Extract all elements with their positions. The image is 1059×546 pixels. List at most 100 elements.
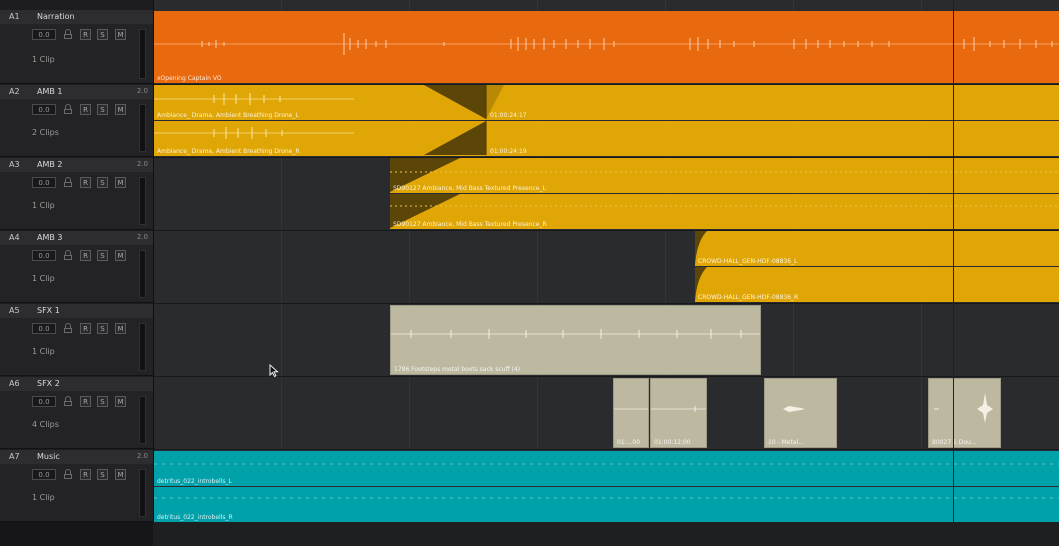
clip-label: 01:...00 (617, 439, 641, 446)
mute-button[interactable]: M (115, 396, 126, 407)
solo-button[interactable]: S (97, 396, 108, 407)
lock-icon[interactable] (63, 29, 73, 40)
clip-count: 1 Clip (32, 493, 55, 502)
amb1-right-clip[interactable]: Ambiance_ Drama, Ambient Breathing Drone… (154, 121, 1059, 156)
sfx2-waveform (783, 406, 805, 412)
audio-meter (139, 323, 146, 371)
track-header-a6[interactable]: A6 SFX 2 0.0 R S M 4 Clips (0, 377, 153, 449)
track-volume[interactable]: 0.0 (32, 29, 56, 40)
narration-waveform (154, 33, 1059, 55)
audio-meter (139, 396, 146, 444)
sfx2-clip-b[interactable]: 01:00:12:00 (650, 378, 707, 448)
record-button[interactable]: R (80, 396, 91, 407)
track-name[interactable]: AMB 3 (37, 233, 63, 242)
track-header-a1[interactable]: A1 Narration 0.0 R S M 1 Clip (0, 10, 153, 84)
track-volume[interactable]: 0.0 (32, 177, 56, 188)
track-name[interactable]: Music (37, 452, 60, 461)
sfx2-waveform (651, 406, 706, 412)
track-volume[interactable]: 0.0 (32, 104, 56, 115)
record-button[interactable]: R (80, 177, 91, 188)
clip-count: 1 Clip (32, 201, 55, 210)
clip-label: 1786 Footsteps metal boots sack scuff (4… (394, 366, 521, 373)
clip-label: Ambiance_ Drama, Ambient Breathing Drone… (157, 112, 299, 119)
clip-count: 1 Clip (32, 55, 55, 64)
record-button[interactable]: R (80, 104, 91, 115)
mute-button[interactable]: M (115, 104, 126, 115)
track-name[interactable]: Narration (37, 12, 75, 21)
clip-count: 1 Clip (32, 274, 55, 283)
solo-button[interactable]: S (97, 469, 108, 480)
audio-meter (139, 29, 146, 79)
track-volume[interactable]: 0.0 (32, 396, 56, 407)
solo-button[interactable]: S (97, 177, 108, 188)
amb3-left-clip[interactable]: CROWD-HALL_GEN-HDF-08836_L (695, 231, 1059, 266)
lock-icon[interactable] (63, 469, 73, 480)
clip-label: SD90127 Ambiance, Mid Bass Textured Pres… (393, 185, 546, 192)
lock-icon[interactable] (63, 323, 73, 334)
lock-icon[interactable] (63, 250, 73, 261)
sfx2-clip-a[interactable]: 01:...00 (613, 378, 649, 448)
clip-label: SD90127 Ambiance, Mid Bass Textured Pres… (393, 221, 547, 228)
track-name[interactable]: AMB 2 (37, 160, 63, 169)
mute-button[interactable]: M (115, 177, 126, 188)
record-button[interactable]: R (80, 29, 91, 40)
timeline-footer (0, 522, 1059, 546)
amb3-right-clip[interactable]: CROWD-HALL_GEN-HDF-08836_R (695, 267, 1059, 302)
clip-label: CROWD-HALL_GEN-HDF-08836_R (698, 294, 799, 301)
solo-button[interactable]: S (97, 250, 108, 261)
music-right-clip[interactable]: detritus_022_introbells_R (154, 487, 1059, 522)
track-name[interactable]: SFX 1 (37, 306, 60, 315)
amb2-right-clip[interactable]: SD90127 Ambiance, Mid Bass Textured Pres… (390, 194, 1059, 229)
track-header-a3[interactable]: A3 AMB 2 2.0 0.0 R S M 1 Clip (0, 158, 153, 230)
clip-label: xOpening Captain VO (157, 75, 222, 82)
mute-button[interactable]: M (115, 469, 126, 480)
amb2-left-clip[interactable]: SD90127 Ambiance, Mid Bass Textured Pres… (390, 158, 1059, 193)
clip-label: detritus_022_introbells_R (157, 514, 233, 521)
track-id: A4 (9, 233, 20, 242)
sfx2-clip-d[interactable]: 80027 1 Dou... (928, 378, 1001, 448)
audio-meter (139, 104, 146, 152)
track-volume[interactable]: 0.0 (32, 250, 56, 261)
track-header-bar (0, 231, 153, 245)
timeline-area[interactable]: xOpening Captain VO Ambiance_ Drama, Amb… (154, 0, 1059, 546)
track-channels: 2.0 (136, 87, 148, 95)
record-button[interactable]: R (80, 469, 91, 480)
solo-button[interactable]: S (97, 104, 108, 115)
track-header-bar (0, 450, 153, 464)
sfx2-waveform (614, 408, 648, 410)
track-channels: 2.0 (136, 452, 148, 460)
track-name[interactable]: AMB 1 (37, 87, 63, 96)
track-header-a4[interactable]: A4 AMB 3 2.0 0.0 R S M 1 Clip (0, 231, 153, 303)
lane-divider (154, 376, 1059, 377)
mute-button[interactable]: M (115, 323, 126, 334)
sfx2-clip-c[interactable]: 10 - Metal... (764, 378, 837, 448)
sfx1-clip[interactable]: 1786 Footsteps metal boots sack scuff (4… (390, 305, 761, 375)
solo-button[interactable]: S (97, 29, 108, 40)
track-id: A5 (9, 306, 20, 315)
amb1-left-clip[interactable]: Ambiance_ Drama, Ambient Breathing Drone… (154, 85, 1059, 120)
playhead[interactable] (953, 0, 954, 522)
track-volume[interactable]: 0.0 (32, 323, 56, 334)
record-button[interactable]: R (80, 250, 91, 261)
track-header-a7[interactable]: A7 Music 2.0 0.0 R S M 1 Clip (0, 450, 153, 522)
track-volume[interactable]: 0.0 (32, 469, 56, 480)
track-header-bar (0, 10, 153, 24)
mute-button[interactable]: M (115, 250, 126, 261)
music-waveform (154, 463, 1059, 465)
narration-clip[interactable]: xOpening Captain VO (154, 11, 1059, 83)
clip-label: detritus_022_introbells_L (157, 478, 232, 485)
track-header-a5[interactable]: A5 SFX 1 0.0 R S M 1 Clip (0, 304, 153, 376)
track-name[interactable]: SFX 2 (37, 379, 60, 388)
track-channels: 2.0 (136, 160, 148, 168)
track-header-a2[interactable]: A2 AMB 1 2.0 0.0 R S M 2 Clips (0, 85, 153, 157)
mute-button[interactable]: M (115, 29, 126, 40)
music-waveform (154, 497, 1059, 499)
music-left-clip[interactable]: detritus_022_introbells_L (154, 451, 1059, 486)
solo-button[interactable]: S (97, 323, 108, 334)
lock-icon[interactable] (63, 104, 73, 115)
audio-meter (139, 469, 146, 517)
lock-icon[interactable] (63, 177, 73, 188)
record-button[interactable]: R (80, 323, 91, 334)
lock-icon[interactable] (63, 396, 73, 407)
headers-footer (0, 522, 153, 546)
